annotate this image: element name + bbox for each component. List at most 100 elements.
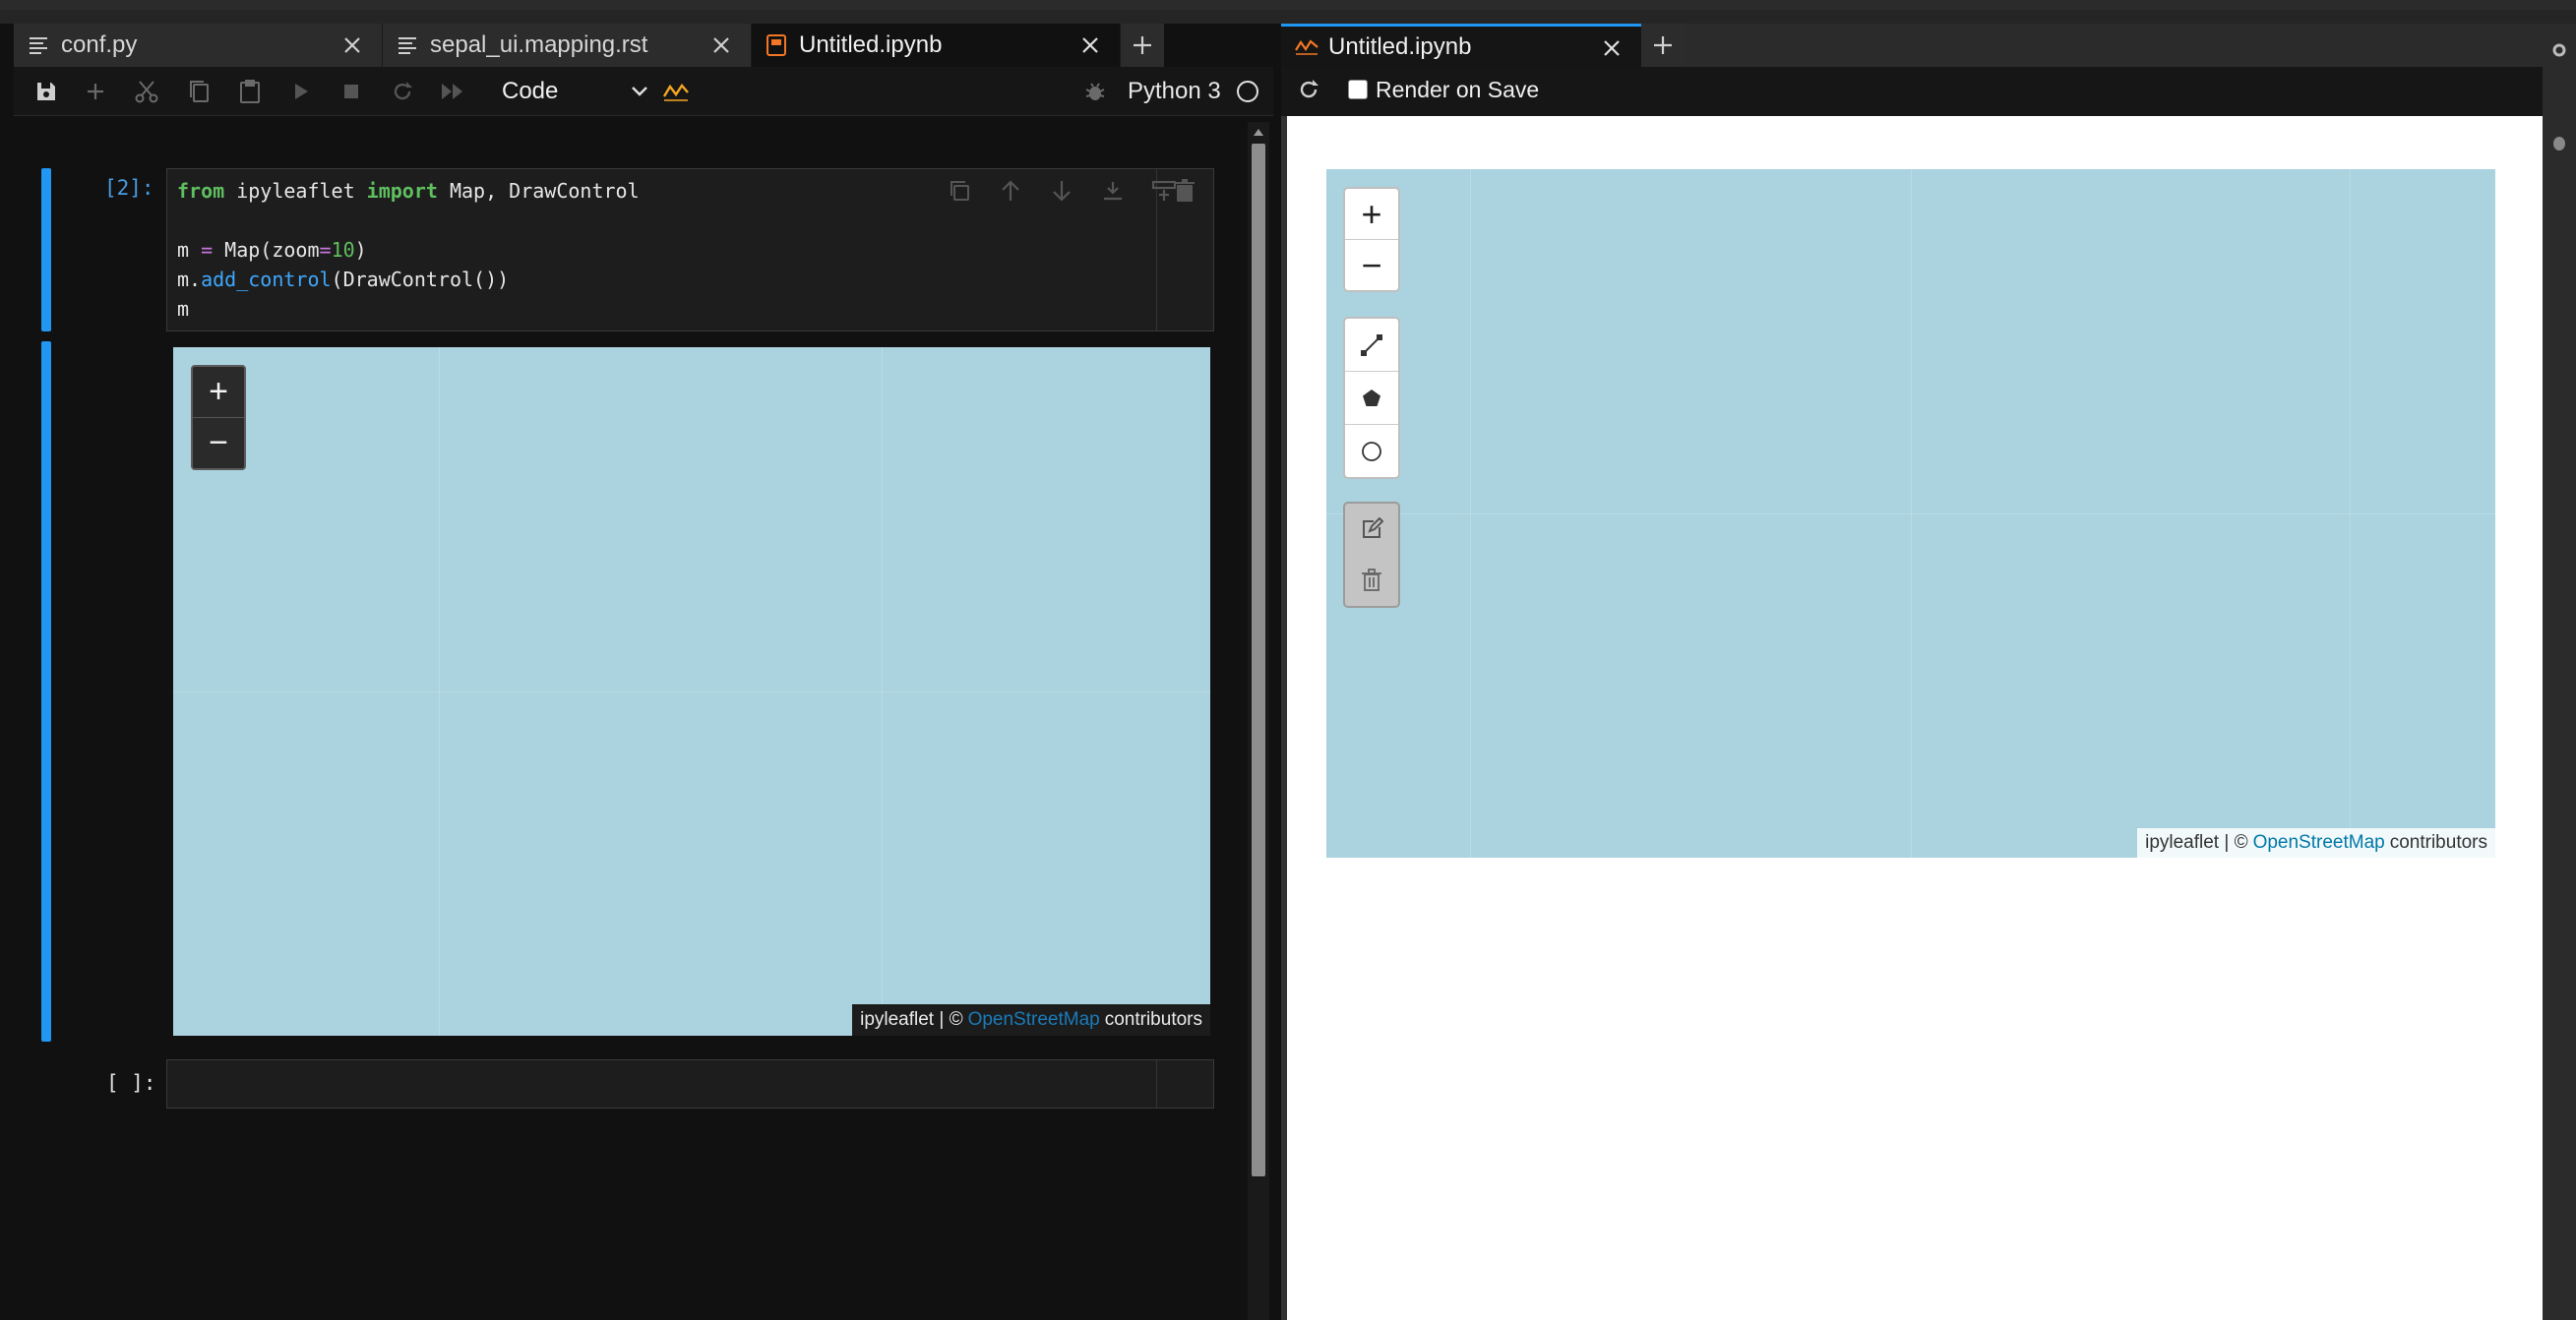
cell-type-value: Code [502, 78, 559, 104]
close-icon[interactable] [338, 31, 366, 59]
bug-icon[interactable] [1080, 77, 1110, 106]
tab-label: conf.py [61, 31, 138, 58]
notebook-content: [2]: from ipyleaflet import Map, DrawCon… [14, 117, 1244, 1320]
kernel-label: Python 3 [1128, 78, 1221, 104]
notebook-panel: conf.py sepal_ui.mapping.rst Untitled.ip… [14, 24, 1273, 1320]
code-line: m [177, 297, 190, 321]
insert-cell-icon[interactable] [81, 77, 110, 106]
bug-icon[interactable] [2550, 132, 2568, 158]
cell-divider [1156, 1060, 1157, 1108]
cut-icon[interactable] [132, 77, 161, 106]
trash-icon[interactable] [1345, 555, 1398, 606]
map-output[interactable]: + − ipyleaflet | © OpenStreetMap contrib… [173, 347, 1210, 1036]
notebook-toolbar: Code Python 3 [14, 67, 1273, 116]
code-line: m.add_control(DrawControl()) [177, 268, 509, 291]
copy-icon[interactable] [184, 77, 214, 106]
gear-icon[interactable] [2550, 39, 2568, 66]
paste-icon[interactable] [235, 77, 265, 106]
draw-toolbar [1343, 317, 1400, 479]
openstreetmap-link[interactable]: OpenStreetMap [968, 1009, 1100, 1031]
polyline-icon[interactable] [1345, 319, 1398, 371]
chart-icon[interactable] [661, 77, 691, 106]
empty-code-editor[interactable] [166, 1059, 1214, 1109]
map-preview[interactable]: + − ipyleaflet | © OpenStreetMap contrib… [1326, 169, 2495, 858]
tab-conf-py[interactable]: conf.py [14, 24, 383, 67]
code-token: 10 [331, 238, 355, 262]
output-collapser[interactable] [41, 341, 51, 1042]
tab-label: Untitled.ipynb [799, 31, 943, 58]
move-up-icon[interactable] [997, 177, 1024, 205]
stop-icon[interactable] [337, 77, 366, 106]
polygon-icon[interactable] [1345, 371, 1398, 424]
duplicate-cell-icon[interactable] [946, 177, 973, 205]
code-token: import [366, 179, 438, 203]
cell-collapser[interactable] [41, 168, 51, 331]
save-icon[interactable] [31, 77, 61, 106]
close-icon[interactable] [707, 31, 735, 59]
plus-icon [1134, 36, 1151, 54]
edit-icon[interactable] [1345, 504, 1398, 555]
add-tab-button[interactable] [1641, 24, 1685, 67]
close-icon[interactable] [1598, 34, 1625, 62]
cell-prompt: [ ]: [106, 1071, 156, 1095]
code-token: ) [354, 238, 367, 262]
cell-prompt: [2]: [104, 176, 154, 200]
tab-untitled-ipynb[interactable]: Untitled.ipynb [752, 24, 1121, 67]
panel-divider[interactable] [1281, 116, 1287, 1320]
zoom-out-button[interactable]: − [1345, 239, 1398, 290]
circle-icon[interactable] [1345, 424, 1398, 477]
zoom-in-button[interactable]: + [193, 367, 244, 417]
run-icon[interactable] [286, 77, 316, 106]
code-token: from [177, 179, 225, 203]
trash-icon[interactable] [1171, 177, 1198, 205]
text-file-icon [395, 32, 420, 58]
left-tab-bar: conf.py sepal_ui.mapping.rst Untitled.ip… [14, 24, 1164, 67]
code-token: = [319, 238, 332, 262]
restart-icon[interactable] [388, 77, 417, 106]
preview-panel: Untitled.ipynb Render on Save + − ipylea… [1281, 24, 2543, 1320]
code-token: m. [177, 268, 202, 291]
tile-edge [1326, 513, 2495, 514]
zoom-control: + − [1343, 187, 1400, 292]
tab-label: Untitled.ipynb [1328, 32, 1472, 60]
code-token: Map, DrawControl [437, 179, 640, 203]
tab-untitled-ipynb-preview[interactable]: Untitled.ipynb [1281, 24, 1641, 67]
attribution-text: contributors [1104, 1009, 1202, 1030]
kernel-name[interactable]: Python 3 [1128, 73, 1258, 110]
zoom-control: + − [191, 365, 246, 470]
right-sidebar [2543, 24, 2576, 1320]
code-editor[interactable]: from ipyleaflet import Map, DrawControl … [166, 168, 1214, 331]
move-down-icon[interactable] [1048, 177, 1075, 205]
right-tab-bar: Untitled.ipynb [1281, 24, 2543, 67]
openstreetmap-link[interactable]: OpenStreetMap [2253, 832, 2385, 854]
tab-label: sepal_ui.mapping.rst [430, 31, 648, 58]
refresh-icon[interactable] [1297, 78, 1320, 106]
map-attribution: ipyleaflet | © OpenStreetMap contributor… [852, 1004, 1210, 1036]
zoom-in-button[interactable]: + [1345, 189, 1398, 239]
chevron-down-icon [630, 81, 649, 108]
code-line: from ipyleaflet import Map, DrawControl [177, 179, 640, 203]
notebook-icon [764, 32, 789, 58]
scrollbar-thumb[interactable] [1252, 144, 1265, 1176]
zoom-out-button[interactable]: − [193, 417, 244, 468]
vertical-scrollbar[interactable] [1248, 122, 1269, 1320]
preview-toolbar: Render on Save [1281, 67, 2543, 116]
render-on-save-checkbox[interactable] [1348, 80, 1368, 99]
code-token: ipyleaflet [224, 179, 367, 203]
add-tab-button[interactable] [1121, 24, 1164, 67]
cell-type-dropdown[interactable]: Code [502, 75, 649, 108]
scroll-up-icon[interactable] [1253, 124, 1264, 142]
insert-below-icon[interactable] [1099, 177, 1127, 205]
fast-forward-icon[interactable] [438, 77, 467, 106]
cell-toolbar [918, 169, 1213, 330]
attribution-text: ipyleaflet | © [2145, 832, 2248, 853]
code-token: (DrawControl()) [331, 268, 510, 291]
code-token: Map(zoom [213, 238, 320, 262]
code-line: m = Map(zoom=10) [177, 238, 367, 262]
tab-sepal-ui-mapping-rst[interactable]: sepal_ui.mapping.rst [383, 24, 752, 67]
map-attribution: ipyleaflet | © OpenStreetMap contributor… [2137, 828, 2495, 858]
render-on-save-label: Render on Save [1376, 77, 1540, 102]
tile-edge [173, 691, 1210, 692]
close-icon[interactable] [1076, 31, 1104, 59]
edit-toolbar [1343, 502, 1400, 608]
